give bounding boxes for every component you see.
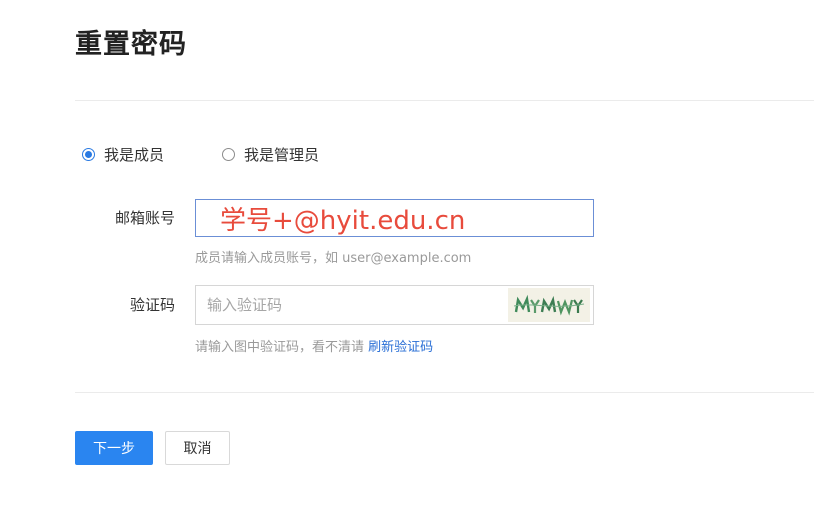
admin-radio-label: 我是管理员: [244, 146, 320, 164]
reset-password-page: 重置密码 我是成员 我是管理员 邮箱账号 学号+@hyit.edu.cn 成员请…: [0, 0, 814, 519]
member-radio[interactable]: [82, 148, 95, 161]
role-option-member[interactable]: 我是成员: [82, 144, 164, 165]
bottom-divider: [75, 392, 814, 393]
captcha-image[interactable]: [508, 288, 590, 322]
captcha-field-container: [195, 285, 594, 325]
captcha-input[interactable]: [196, 286, 496, 324]
captcha-hint: 请输入图中验证码，看不清请 刷新验证码: [195, 336, 433, 355]
refresh-captcha-link[interactable]: 刷新验证码: [368, 340, 433, 355]
top-divider: [75, 100, 814, 101]
email-field-label: 邮箱账号: [114, 209, 175, 227]
email-field[interactable]: 学号+@hyit.edu.cn: [195, 199, 594, 237]
email-hint: 成员请输入成员账号，如 user@example.com: [195, 251, 472, 266]
email-field-value: 学号+@hyit.edu.cn: [220, 205, 466, 236]
page-title: 重置密码: [75, 29, 187, 60]
captcha-field-label: 验证码: [129, 296, 175, 314]
admin-radio[interactable]: [222, 148, 236, 161]
captcha-hint-text: 请输入图中验证码，看不清请: [195, 340, 365, 355]
role-selector: 我是成员 我是管理员: [82, 144, 319, 165]
member-radio-label: 我是成员: [104, 146, 165, 164]
captcha-glyphs: [513, 294, 585, 316]
cancel-button[interactable]: 取消: [165, 431, 230, 465]
next-step-button[interactable]: 下一步: [75, 431, 153, 465]
role-option-admin[interactable]: 我是管理员: [222, 144, 319, 165]
